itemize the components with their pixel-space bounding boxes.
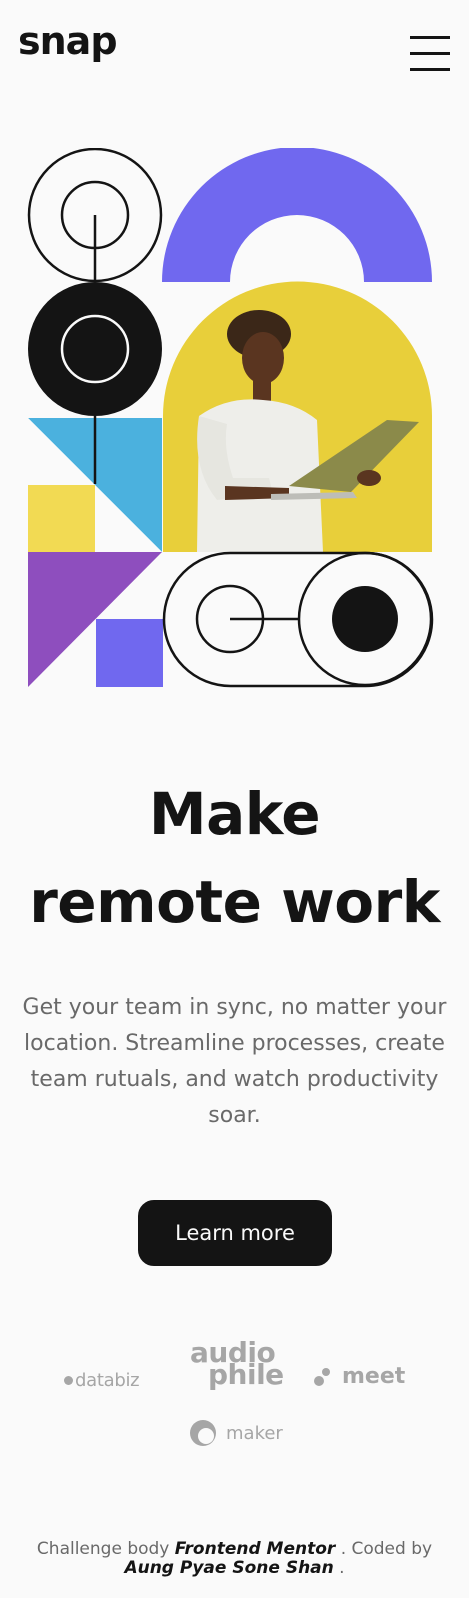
databiz-dot-icon	[64, 1376, 73, 1385]
maker-swirl-icon	[190, 1420, 216, 1446]
meet-dots-icon	[314, 1366, 338, 1388]
client-logo-audiophile: audio phile	[190, 1339, 286, 1389]
attribution-prefix: Challenge body	[36, 1539, 170, 1559]
attribution-coded-by: . Coded by	[340, 1539, 433, 1559]
hero-description: Get your team in sync, no matter your lo…	[22, 995, 447, 1128]
client-logo-meet: meet	[314, 1364, 405, 1389]
yellow-square-shape	[28, 485, 95, 552]
attribution-suffix: .	[339, 1558, 345, 1578]
hero-illustration	[27, 148, 434, 688]
hero-title: Make remote work	[0, 770, 469, 946]
hero-title-line1: Make	[148, 780, 321, 848]
frontend-mentor-link[interactable]: Frontend Mentor	[175, 1539, 336, 1559]
snap-logo[interactable]: snap	[18, 22, 118, 60]
menu-bar	[410, 36, 450, 39]
learn-more-button[interactable]: Learn more	[138, 1200, 332, 1266]
menu-bar	[410, 68, 450, 71]
client-logo-databiz: databiz	[64, 1370, 140, 1391]
black-dot-shape	[332, 586, 398, 652]
site-header: snap	[0, 0, 469, 100]
databiz-wordmark: databiz	[75, 1370, 140, 1391]
menu-bar	[410, 52, 450, 55]
author-link[interactable]: Aung Pyae Sone Shan	[124, 1558, 333, 1578]
maker-wordmark: maker	[226, 1422, 283, 1444]
purple-arch-shape	[162, 148, 432, 282]
client-logo-maker: maker	[190, 1420, 283, 1446]
hero-title-line2: remote work	[29, 868, 440, 936]
hamburger-menu-icon[interactable]	[408, 34, 450, 74]
purple-square-shape	[96, 619, 163, 687]
attribution-footer: Challenge body Frontend Mentor . Coded b…	[10, 1540, 459, 1578]
black-circle-shape	[28, 282, 162, 416]
meet-wordmark: meet	[342, 1364, 406, 1389]
